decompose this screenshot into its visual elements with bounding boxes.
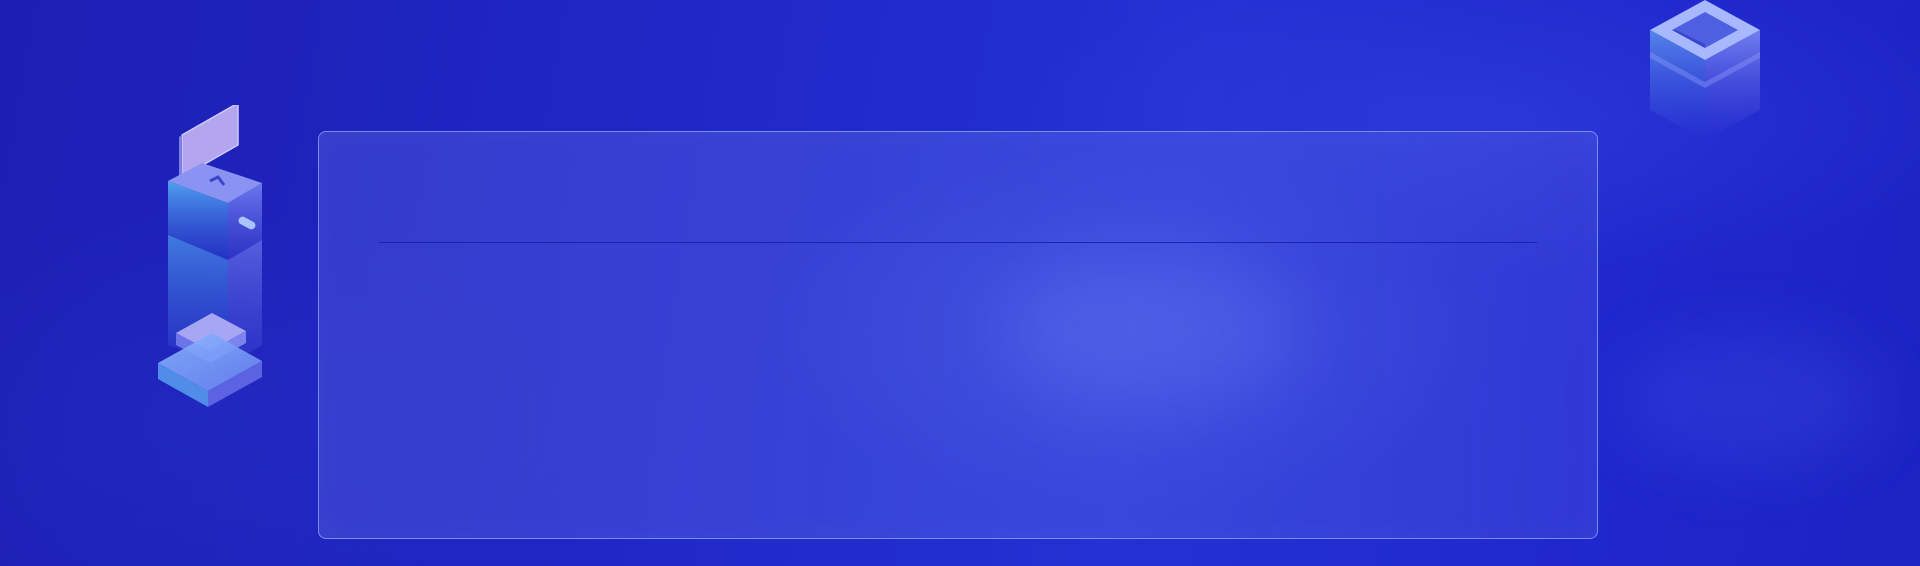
isometric-box-icon: [1650, 0, 1760, 140]
content-panel: [318, 131, 1598, 539]
panel-divider: [379, 242, 1537, 243]
isometric-kiosk-icon: [158, 105, 262, 407]
